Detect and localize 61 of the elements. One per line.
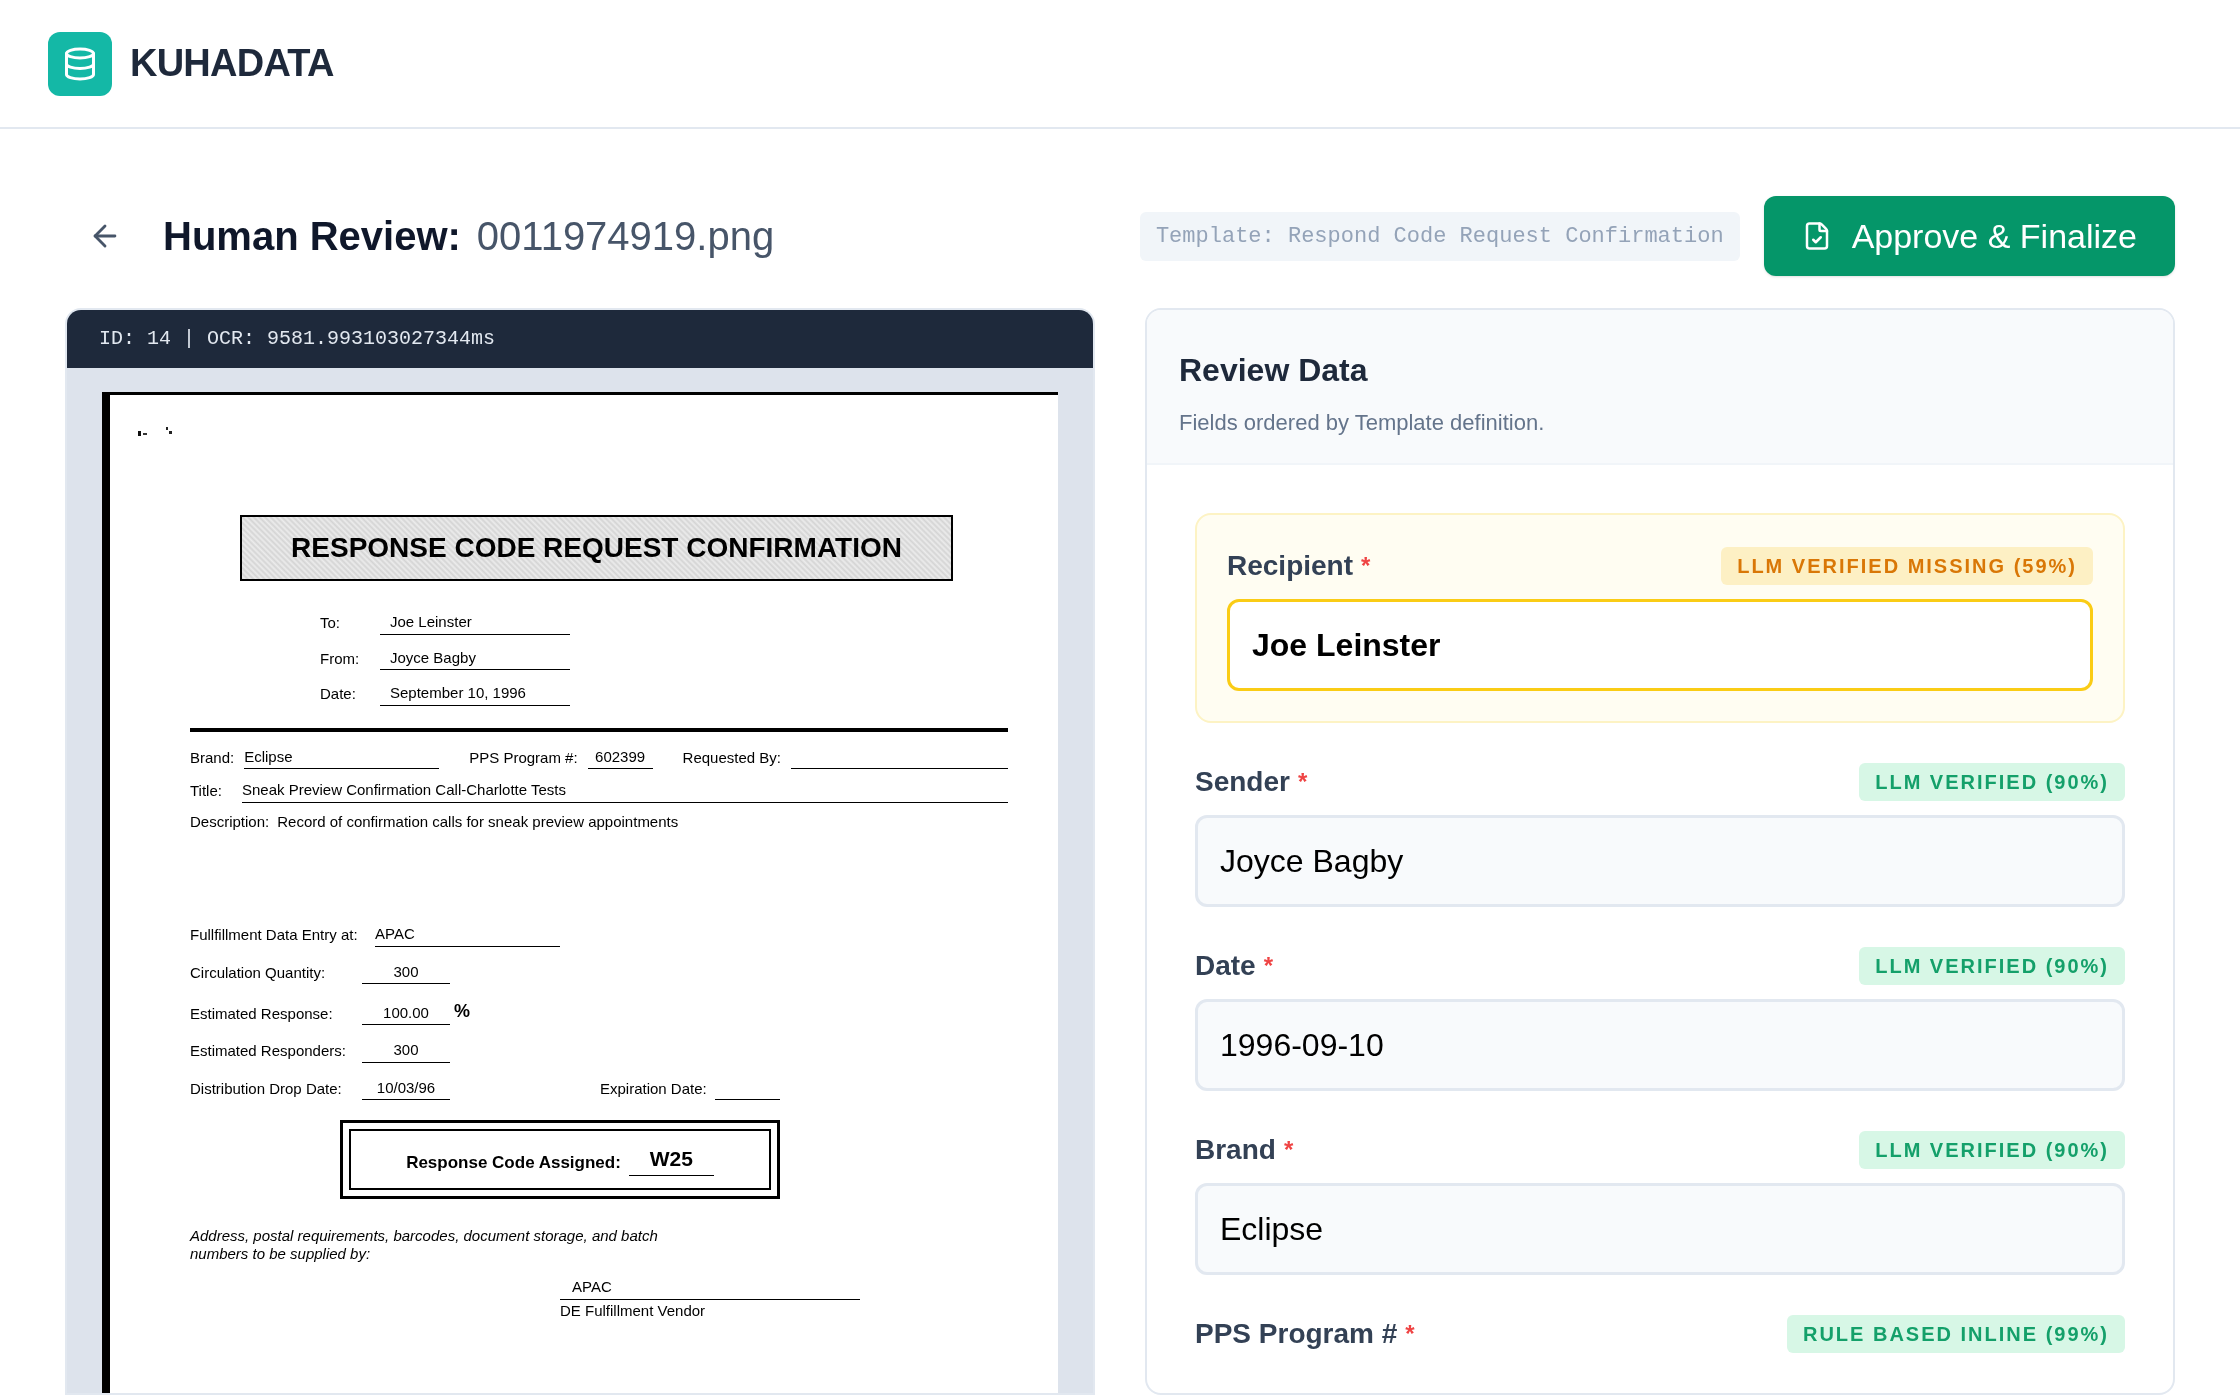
field-label: Recipient [1227,549,1354,583]
doc-value: W25 [628,1143,714,1176]
doc-value: Sneak Preview Confirmation Call-Charlotte Tests [241,779,1008,803]
database-logo-icon [48,31,112,96]
status-badge: RULE BASED INLINE (99%) [1786,1315,2125,1353]
status-badge: LLM VERIFIED MISSING (59%) [1721,547,2093,585]
doc-label: Title: [190,781,222,801]
doc-value: 300 [362,960,450,984]
doc-value: APAC [375,923,560,947]
required-mark: * [1361,551,1371,581]
doc-note: Address, postal requirements, barcodes, document storage, and batch numbers to be supplied by: [190,1226,659,1264]
field-label: Brand [1195,1133,1276,1167]
doc-label: From: [320,648,361,669]
input-field[interactable]: Joyce Bagby [1195,815,2125,907]
field-label: Sender [1195,765,1290,799]
doc-label: Estimated Responders: [190,1041,347,1061]
doc-label: DE Fulfillment Vendor [560,1300,707,1321]
template-tag: Template: Respond Code Request Confirmation [1139,211,1740,261]
input-field[interactable]: 1996-09-10 [1195,999,2125,1091]
doc-label: Fullfillment Data Entry at: [190,925,359,945]
doc-value: APAC [560,1276,860,1300]
panel-title: Review Data [1179,351,1369,390]
approve-button[interactable]: Approve & Finalize [1763,196,2175,276]
doc-label: PPS Program #: [469,747,578,768]
doc-label: Response Code Assigned: [406,1152,621,1174]
status-badge: LLM VERIFIED (90%) [1859,763,2125,801]
doc-label: Distribution Drop Date: [190,1078,343,1099]
doc-label: Description: [190,811,270,832]
required-mark: * [1405,1319,1415,1349]
field-label: PPS Program # [1195,1317,1398,1351]
file-name: 0011974919.png [476,213,775,260]
brand-name: KUHADATA [130,41,334,86]
doc-value: 300 [362,1039,450,1063]
input-field[interactable]: Joe Leinster [1227,599,2093,691]
doc-label: Circulation Quantity: [190,962,327,983]
doc-label: Requested By: [682,747,781,768]
required-mark: * [1297,767,1308,797]
doc-value: September 10, 1996 [380,682,570,706]
doc-label: Expiration Date: [600,1078,707,1099]
page-title: Human Review: [163,213,461,260]
doc-value: Joyce Bagby [380,646,570,670]
doc-value: 10/03/96 [362,1076,450,1100]
input-field[interactable]: Eclipse [1195,1183,2125,1275]
ocr-info: ID: 14 | OCR: 9581.993103027344ms [99,326,496,352]
doc-label: To: [320,613,341,633]
doc-unit: % [454,1000,470,1023]
document-heading: RESPONSE CODE REQUEST CONFIRMATION [291,532,902,563]
required-mark: * [1263,951,1274,981]
status-badge: LLM VERIFIED (90%) [1859,1131,2125,1169]
status-badge: LLM VERIFIED (90%) [1859,947,2125,985]
doc-label: Brand: [190,747,235,768]
panel-subtitle: Fields ordered by Template definition. [1179,409,1546,437]
doc-value: 602399 [587,745,653,769]
doc-label: Date: [320,684,357,704]
doc-value: Joe Leinster [380,611,570,635]
doc-value: Eclipse [244,745,440,769]
field-label: Date [1195,949,1256,983]
doc-label: Estimated Response: [190,1003,334,1024]
doc-value: Record of confirmation calls for sneak preview appointments [277,811,679,832]
required-mark: * [1283,1135,1294,1165]
doc-value: 100.00 [362,1001,450,1025]
